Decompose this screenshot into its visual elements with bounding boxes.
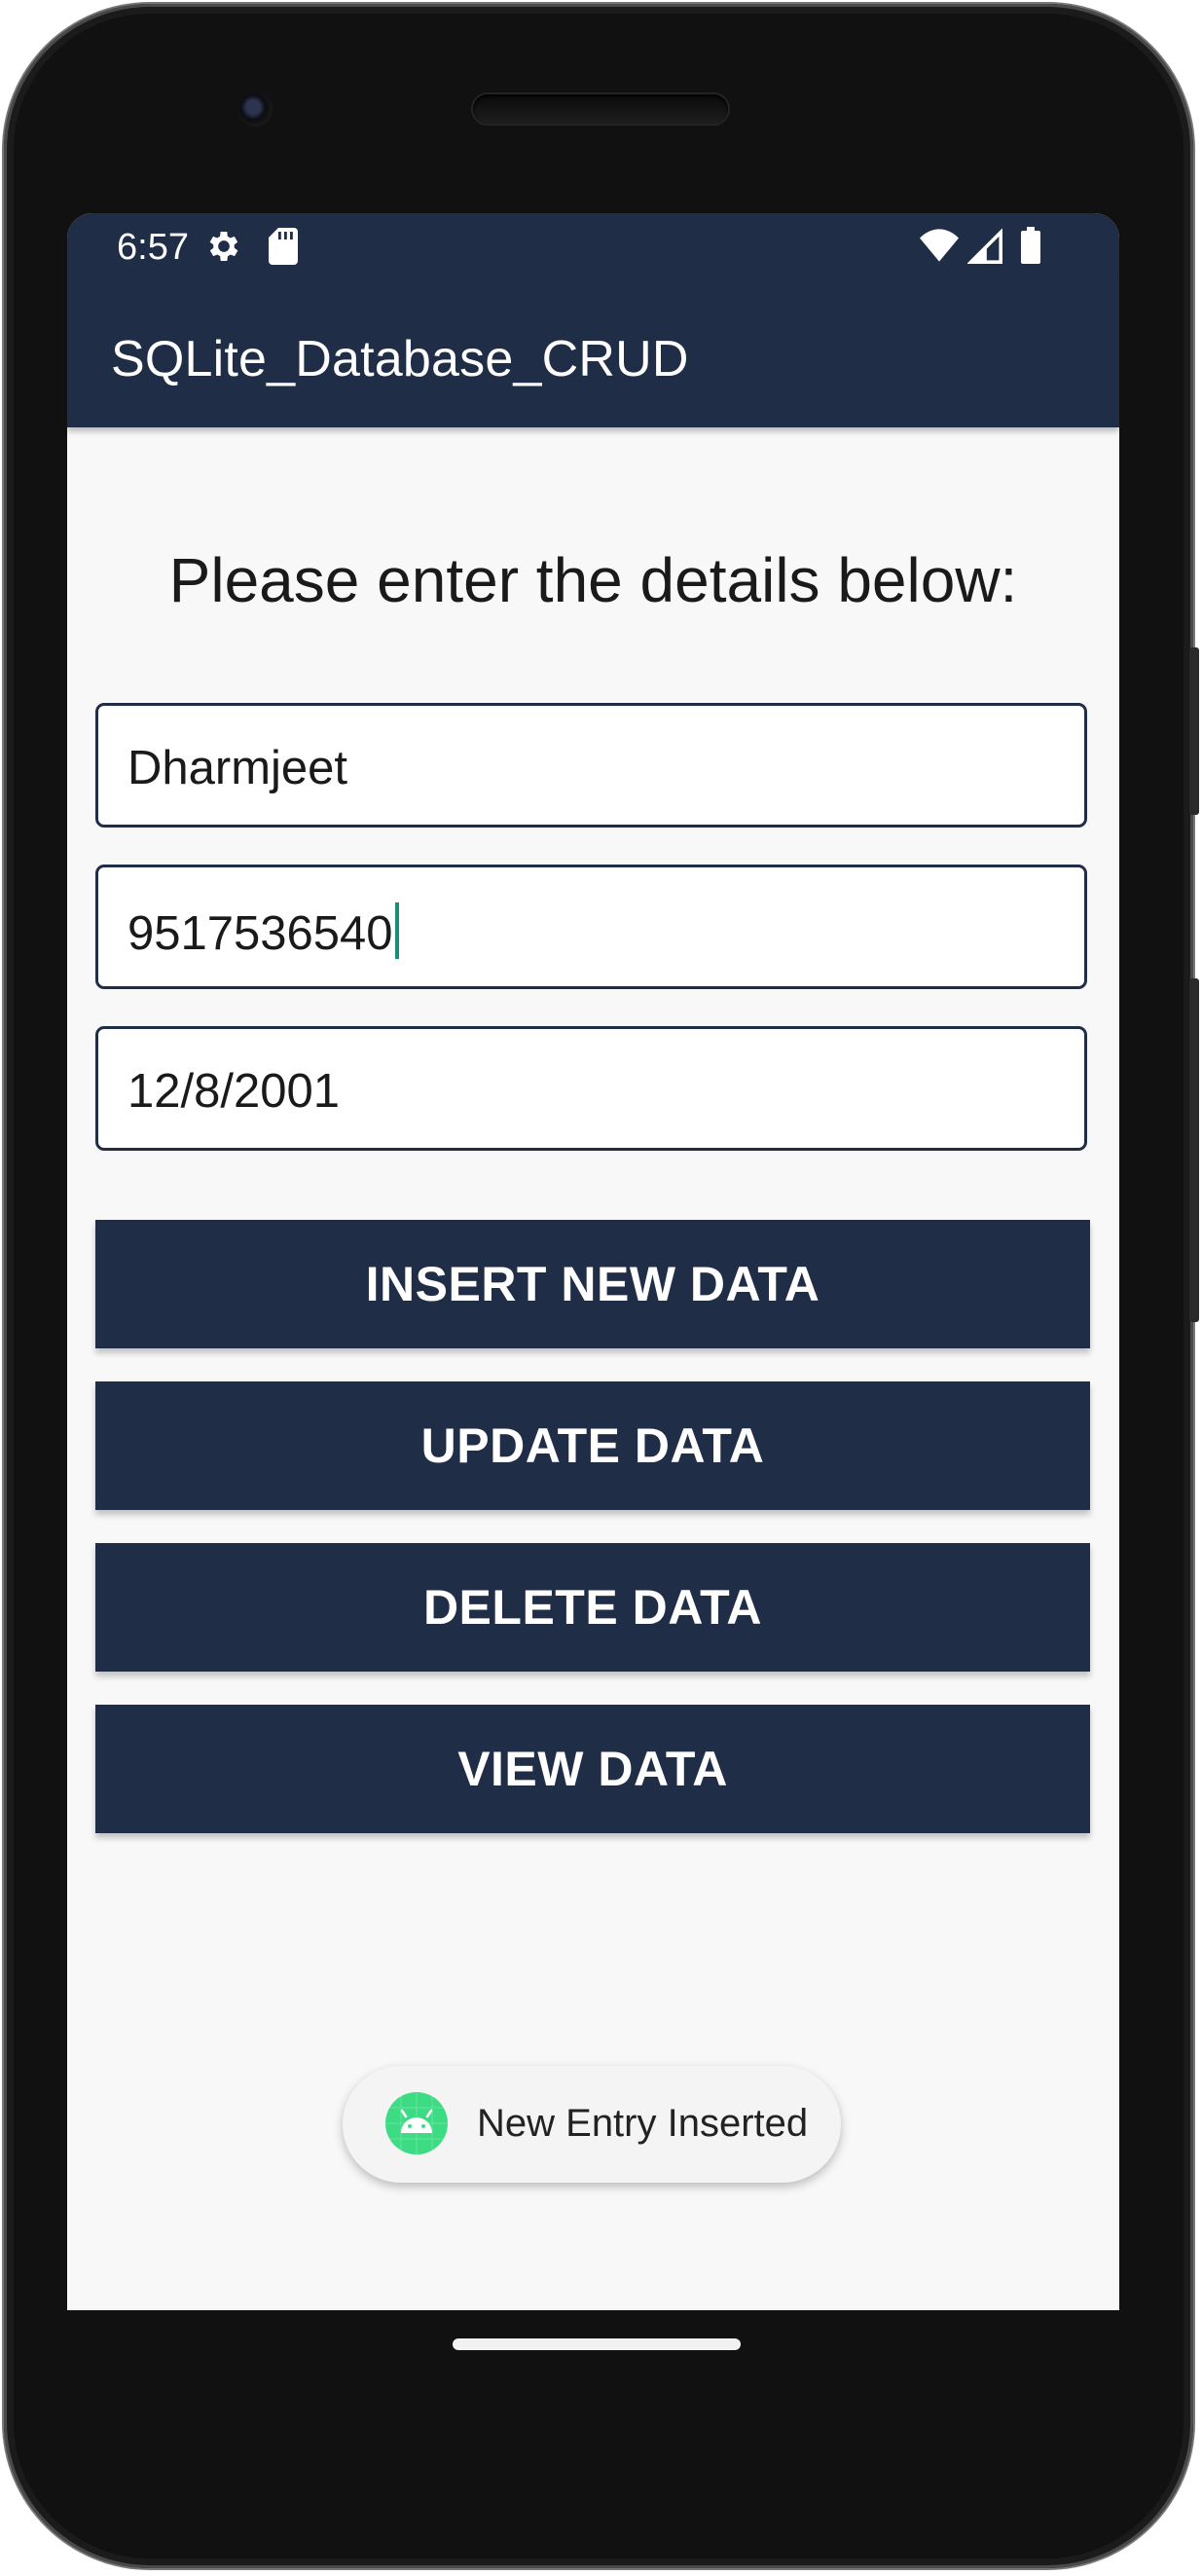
android-icon bbox=[385, 2092, 448, 2154]
app-title: SQLite_Database_CRUD bbox=[111, 331, 689, 387]
power-button bbox=[1189, 647, 1199, 815]
contact-field[interactable]: 9517536540 bbox=[95, 865, 1087, 989]
front-camera bbox=[237, 92, 273, 127]
insert-data-button[interactable]: INSERT NEW DATA bbox=[95, 1220, 1090, 1348]
status-bar: 6:57 bbox=[67, 213, 1119, 279]
status-time: 6:57 bbox=[117, 227, 189, 268]
name-field-value: Dharmjeet bbox=[127, 742, 348, 794]
toast-message: New Entry Inserted bbox=[477, 2102, 809, 2145]
volume-button bbox=[1189, 978, 1199, 1322]
toast-notification: New Entry Inserted bbox=[343, 2066, 841, 2183]
wifi-icon bbox=[920, 229, 959, 262]
name-field[interactable]: Dharmjeet bbox=[95, 703, 1087, 828]
sd-card-icon bbox=[269, 228, 298, 265]
signal-icon bbox=[967, 229, 1002, 264]
app-toolbar: SQLite_Database_CRUD bbox=[67, 279, 1119, 427]
home-gesture-bar[interactable] bbox=[453, 2338, 741, 2350]
dob-field-value: 12/8/2001 bbox=[127, 1065, 340, 1118]
earpiece-speaker bbox=[473, 94, 728, 124]
form-heading: Please enter the details below: bbox=[168, 545, 1018, 615]
update-data-button[interactable]: UPDATE DATA bbox=[95, 1381, 1090, 1510]
app-screen: 6:57 SQLite_Database_CRUD Please enter t… bbox=[67, 213, 1119, 2310]
dob-field[interactable]: 12/8/2001 bbox=[95, 1026, 1087, 1151]
battery-icon bbox=[1021, 227, 1040, 264]
view-data-button[interactable]: VIEW DATA bbox=[95, 1705, 1090, 1833]
delete-data-button[interactable]: DELETE DATA bbox=[95, 1543, 1090, 1672]
contact-field-value: 9517536540 bbox=[127, 902, 399, 961]
text-cursor bbox=[394, 902, 399, 959]
gear-icon bbox=[209, 232, 238, 261]
